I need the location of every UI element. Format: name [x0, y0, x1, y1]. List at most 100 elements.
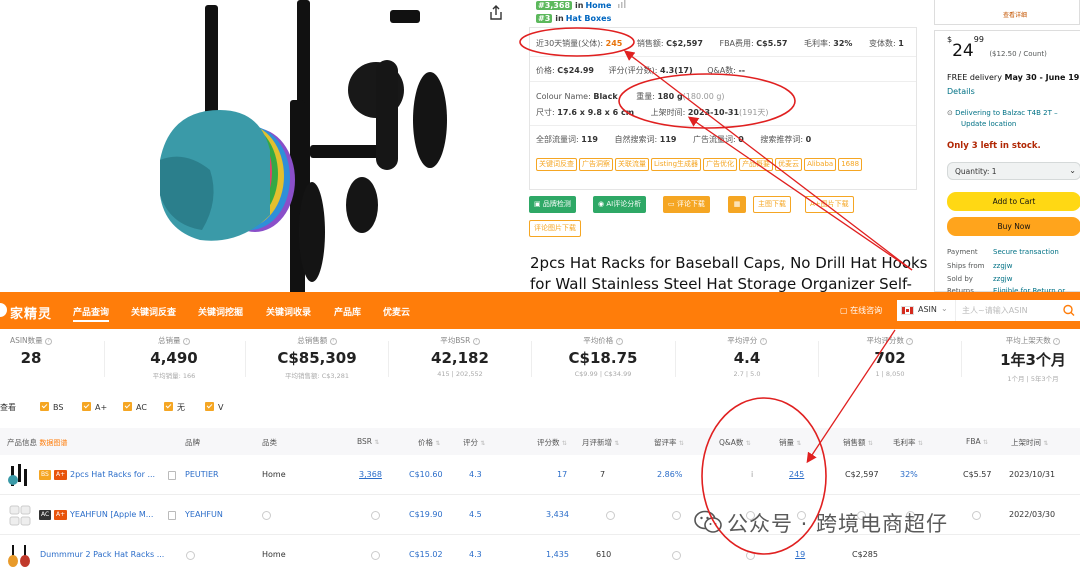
help-icon[interactable]: ?: [182, 338, 190, 345]
main-image-download-button[interactable]: 主图下载: [753, 196, 791, 213]
brand-check-button[interactable]: ▣ 品牌检测: [529, 196, 576, 213]
brand-link[interactable]: PEUTIER: [185, 470, 219, 479]
rank-category-link[interactable]: Hat Boxes: [566, 14, 612, 23]
filter-bs-checkbox[interactable]: BS: [40, 402, 63, 412]
nav-keyword-mining[interactable]: 关键词挖掘: [198, 305, 243, 318]
document-icon[interactable]: [168, 471, 176, 480]
tag-youmaiyun[interactable]: 优麦云: [775, 158, 803, 171]
tag-1688[interactable]: 1688: [838, 158, 863, 171]
th-fba[interactable]: FBA ⇅: [966, 437, 988, 446]
info-icon: [672, 551, 681, 560]
rank-category-link[interactable]: Home: [585, 1, 611, 10]
sort-icon: ⇅: [678, 440, 684, 447]
th-bsr[interactable]: BSR ⇅: [357, 437, 379, 446]
th-margin[interactable]: 毛利率 ⇅: [893, 437, 923, 448]
product-image[interactable]: [140, 0, 480, 292]
export-link[interactable]: 数据图谱: [39, 439, 67, 447]
bsr-rank-home: #3,368 in Home: [536, 0, 627, 10]
product-thumbnail[interactable]: [7, 544, 33, 568]
tag-keyword-reverse[interactable]: 关键词反查: [536, 158, 577, 171]
price-row: 价格: C$24.99 评分(评分数): 4.3(17) Q&A数: --: [536, 66, 746, 75]
search-type-select[interactable]: ASIN: [918, 305, 937, 314]
sales-link[interactable]: 19: [795, 550, 805, 559]
tag-alibaba[interactable]: Alibaba: [804, 158, 837, 171]
reviews-cell: 1,435: [546, 550, 569, 559]
th-category: 品类: [262, 438, 277, 447]
tag-ad-optimize[interactable]: 广告优化: [703, 158, 738, 171]
th-rating[interactable]: 评分 ⇅: [463, 437, 485, 448]
logo[interactable]: 家精灵: [10, 303, 52, 322]
product-title-link[interactable]: 2pcs Hat Racks for ...: [70, 470, 155, 479]
buybox-price: $2499 ($12.50 / Count): [947, 35, 1047, 61]
tag-listing-generator[interactable]: Listing生成器: [651, 158, 702, 171]
help-icon[interactable]: ?: [472, 338, 480, 345]
th-review-rate[interactable]: 留评率 ⇅: [654, 437, 684, 448]
tag-product-overview[interactable]: 产品概要: [739, 158, 774, 171]
help-icon[interactable]: ?: [1053, 338, 1061, 345]
delivery-location-link[interactable]: ⊙ Delivering to Balzac T4B 2T –: [947, 109, 1058, 117]
tag-ad-insight[interactable]: 广告洞察: [579, 158, 613, 171]
location-pin-icon: ⊙: [947, 109, 956, 117]
th-launch[interactable]: 上架时间 ⇅: [1011, 437, 1048, 448]
help-icon[interactable]: ?: [759, 338, 767, 345]
calculator-button[interactable]: ▦: [728, 196, 746, 213]
nav-product-library[interactable]: 产品库: [334, 305, 361, 318]
filter-none-checkbox[interactable]: 无: [164, 402, 185, 413]
product-title[interactable]: 2pcs Hat Racks for Baseball Caps, No Dri…: [530, 253, 930, 295]
checkbox-checked-icon: [164, 402, 173, 411]
qa-cell: i: [751, 470, 754, 479]
aplus-image-download-button[interactable]: A+图片下载: [805, 196, 854, 213]
bsr-link[interactable]: 3,368: [359, 470, 382, 479]
asin-search-input[interactable]: [955, 300, 1058, 321]
buy-now-button[interactable]: Buy Now: [947, 217, 1080, 236]
review-download-button[interactable]: ▭ 评论下载: [663, 196, 710, 213]
nav-keyword-index[interactable]: 关键词收录: [266, 305, 311, 318]
bar-chart-icon[interactable]: [617, 0, 627, 8]
th-new-reviews[interactable]: 月评新增 ⇅: [582, 437, 619, 448]
review-rate-cell: 2.86%: [657, 470, 683, 479]
review-image-download-button[interactable]: 评论图片下载: [529, 220, 581, 237]
sort-icon: ⇅: [917, 440, 923, 447]
th-revenue[interactable]: 销售额 ⇅: [843, 437, 873, 448]
help-icon[interactable]: ?: [329, 338, 337, 345]
filter-aplus-checkbox[interactable]: A+: [82, 402, 107, 412]
th-qa[interactable]: Q&A数 ⇅: [719, 437, 751, 448]
quantity-select[interactable]: Quantity: 1 ⌄: [947, 162, 1080, 180]
info-icon: [371, 511, 380, 520]
product-thumbnail[interactable]: [7, 504, 33, 528]
canada-flag-icon[interactable]: [901, 306, 914, 315]
table-row[interactable]: Dummmur 2 Pack Hat Racks ... Home C$15.0…: [0, 536, 1080, 571]
table-row[interactable]: BS A+ 2pcs Hat Racks for ... PEUTIER Hom…: [0, 456, 1080, 495]
update-location-link[interactable]: Update location: [961, 120, 1016, 128]
help-icon[interactable]: ?: [45, 338, 53, 345]
share-icon[interactable]: [488, 5, 504, 21]
product-thumbnail[interactable]: [7, 464, 33, 488]
add-to-cart-button[interactable]: Add to Cart: [947, 192, 1080, 211]
nav-keyword-reverse[interactable]: 关键词反查: [131, 305, 176, 318]
brand-link[interactable]: YEAHFUN: [185, 510, 223, 519]
view-details-link[interactable]: 查看详细: [1003, 10, 1027, 19]
monthly-sales: 245: [605, 39, 623, 48]
product-title-link[interactable]: Dummmur 2 Pack Hat Racks ...: [40, 550, 164, 559]
sales-link[interactable]: 245: [789, 470, 804, 479]
th-product: 产品信息 数据图谱: [7, 438, 68, 447]
nav-product-query[interactable]: 产品查询: [73, 305, 110, 322]
rating-cell: 4.5: [469, 510, 482, 519]
filter-ac-checkbox[interactable]: AC: [123, 402, 147, 412]
help-icon[interactable]: ?: [906, 338, 914, 345]
ai-review-button[interactable]: ◉ AI评论分析: [593, 196, 647, 213]
document-icon[interactable]: [168, 511, 176, 520]
product-title-link[interactable]: YEAHFUN [Apple M...: [70, 510, 153, 519]
details-link[interactable]: Details: [947, 87, 975, 96]
search-icon[interactable]: [1058, 300, 1080, 321]
info-icon: [262, 511, 271, 520]
th-sales[interactable]: 销量 ⇅: [779, 437, 801, 448]
online-consult-link[interactable]: ▢ 在线咨询: [840, 305, 882, 316]
help-icon[interactable]: ?: [615, 338, 623, 345]
filter-v-checkbox[interactable]: V: [205, 402, 223, 412]
nav-youmaiyun[interactable]: 优麦云: [383, 305, 410, 318]
th-price[interactable]: 价格 ⇅: [418, 437, 440, 448]
tag-related-traffic[interactable]: 关联流量: [615, 158, 649, 171]
th-reviews[interactable]: 评分数 ⇅: [537, 437, 567, 448]
rank-badge: #3: [536, 14, 553, 23]
